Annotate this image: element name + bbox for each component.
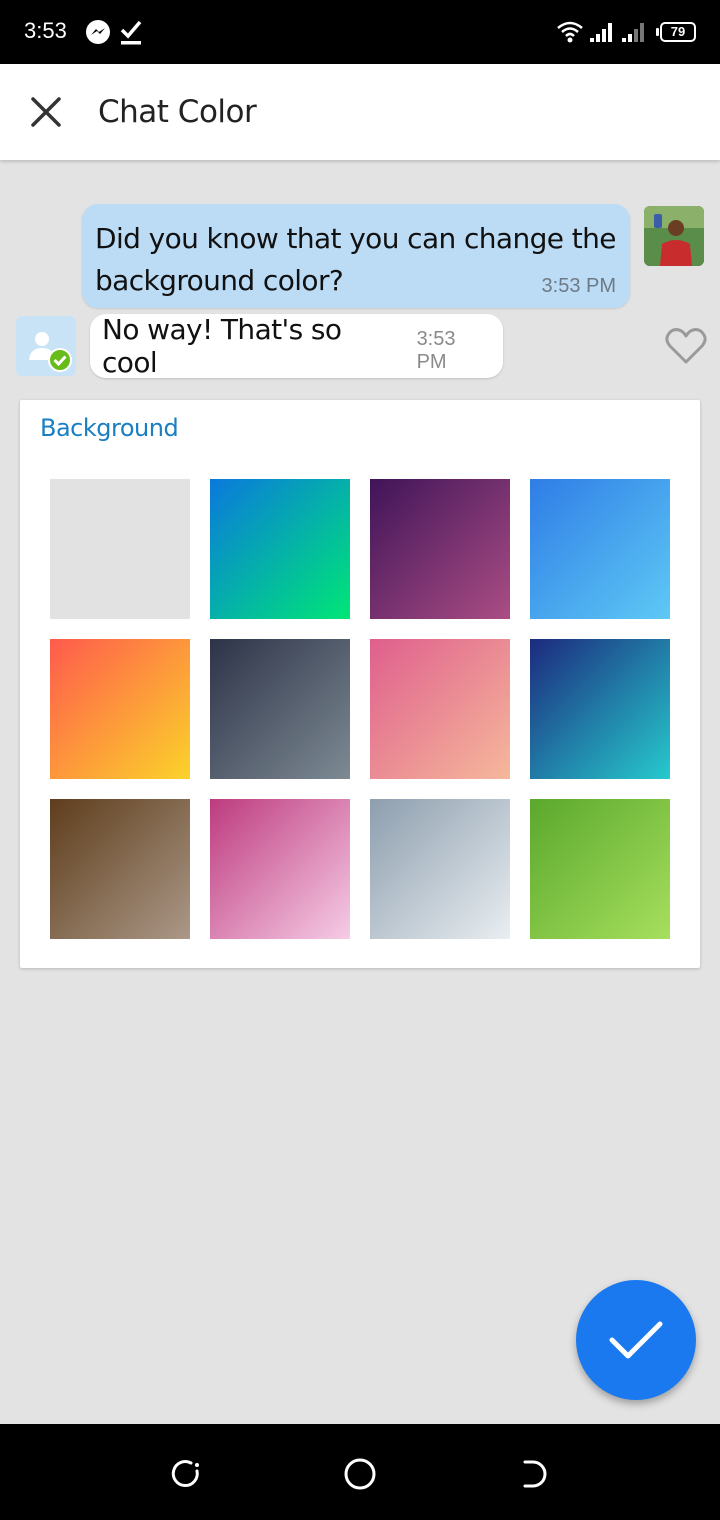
self-avatar [644,206,704,266]
background-title: Background [40,414,179,442]
home-icon [344,1458,376,1490]
swatch-orange[interactable] [50,639,190,779]
swatch-grid [50,479,670,939]
check-download-icon [118,18,144,50]
heart-outline-icon[interactable] [664,326,708,366]
status-time: 3:53 [24,18,67,43]
status-bar: 3:53 79 [0,0,720,64]
chat-preview: Did you know that you can change the bac… [0,160,720,400]
swatch-sky-blue[interactable] [530,479,670,619]
swatch-navy-teal[interactable] [530,639,670,779]
check-icon [609,1321,663,1359]
swatch-brown[interactable] [50,799,190,939]
incoming-message-time: 3:53 PM [416,328,456,373]
home-button[interactable] [340,1454,380,1494]
recents-button[interactable] [166,1454,206,1494]
swatch-pink[interactable] [370,639,510,779]
recents-icon [171,1460,199,1487]
messenger-icon [84,18,112,50]
swatch-purple[interactable] [370,479,510,619]
contact-avatar [16,316,76,376]
app-bar: Chat Color [0,64,720,160]
signal-icon [588,20,616,48]
wifi-icon [556,20,584,48]
background-card: Background [20,400,700,968]
swatch-magenta[interactable] [210,799,350,939]
swatch-slate[interactable] [210,639,350,779]
incoming-message-text: No way! That's so cool [102,313,342,379]
signal-icon [620,20,648,48]
page-title: Chat Color [98,94,257,130]
incoming-message-bubble: No way! That's so cool 3:53 PM [90,313,503,379]
close-button[interactable] [20,86,72,138]
swatch-green[interactable] [530,799,670,939]
navigation-bar [0,1424,720,1520]
battery-icon: 79 [656,22,696,42]
swatch-light-gray[interactable] [50,479,190,619]
close-icon [31,97,61,127]
swatch-blue-green[interactable] [210,479,350,619]
back-icon [523,1460,547,1488]
outgoing-message-time: 3:53 PM [541,275,616,297]
outgoing-message-text: Did you know that you can change the bac… [95,222,616,297]
back-button[interactable] [514,1454,554,1494]
outgoing-message-bubble: Did you know that you can change the bac… [82,204,630,308]
swatch-silver[interactable] [370,799,510,939]
confirm-button[interactable] [576,1280,696,1400]
